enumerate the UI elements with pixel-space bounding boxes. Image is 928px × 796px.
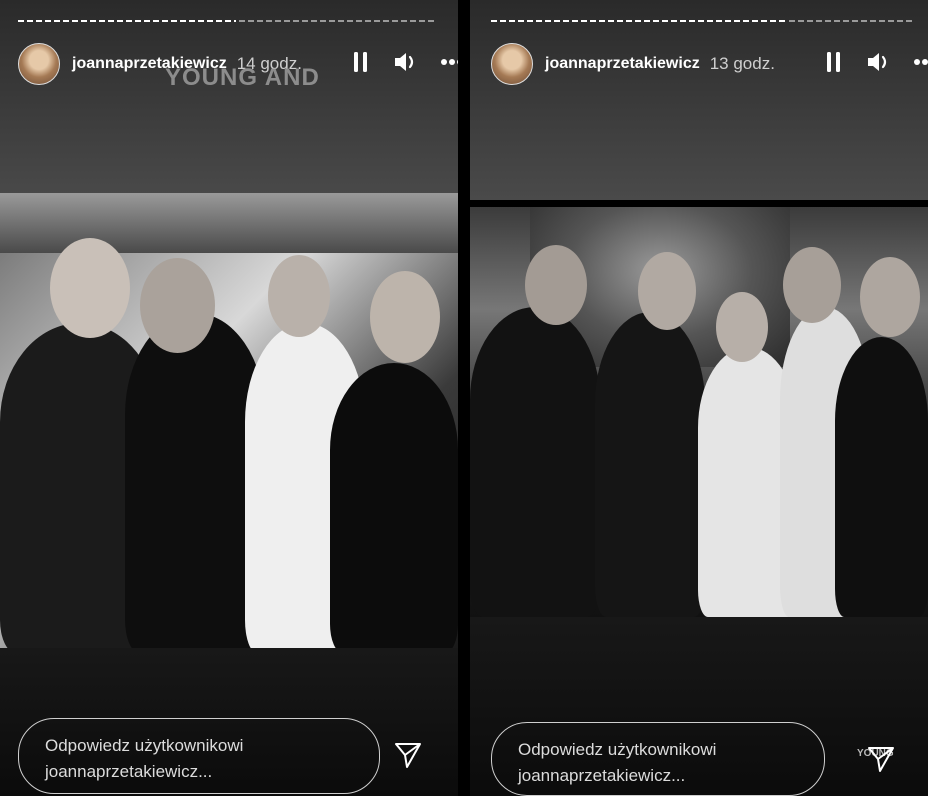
reply-placeholder-line2: joannaprzetakiewicz... <box>45 762 213 781</box>
reply-placeholder-line2: joannaprzetakiewicz... <box>518 766 686 785</box>
more-icon[interactable] <box>913 58 928 66</box>
person-silhouette <box>470 307 600 617</box>
person-silhouette <box>835 337 928 617</box>
timestamp: 13 godz. <box>709 54 775 73</box>
person-head <box>268 255 330 337</box>
person-head <box>860 257 920 337</box>
person-head <box>50 238 130 338</box>
reply-placeholder-line1: Odpowiedz użytkownikowi <box>518 740 717 759</box>
person-head <box>638 252 696 330</box>
progress-segment-viewed <box>491 20 786 22</box>
progress-segment-pending <box>789 20 913 22</box>
person-silhouette <box>330 363 458 648</box>
progress-segment-viewed <box>18 20 236 22</box>
more-icon[interactable] <box>440 58 458 66</box>
reply-input[interactable]: Odpowiedz użytkownikowi joannaprzetakiew… <box>491 722 825 796</box>
person-head <box>370 271 440 363</box>
story-top-background <box>0 0 458 200</box>
story-header: joannaprzetakiewicz 13 godz. <box>491 42 928 86</box>
person-silhouette <box>595 312 705 617</box>
progress-segment-pending <box>239 20 435 22</box>
story-progress-bar <box>18 20 435 22</box>
overlay-text: YOUNG AND <box>165 64 320 91</box>
send-icon[interactable] <box>393 740 423 770</box>
story-photo <box>0 193 458 648</box>
reply-placeholder-line1: Odpowiedz użytkownikowi <box>45 736 244 755</box>
story-progress-bar <box>491 20 913 22</box>
story-panel-1[interactable]: joannaprzetakiewicz 14 godz. YOUNG AND O… <box>0 0 458 796</box>
pause-icon[interactable] <box>825 50 843 74</box>
pause-icon[interactable] <box>352 50 370 74</box>
person-head <box>140 258 215 353</box>
reply-input[interactable]: Odpowiedz użytkownikowi joannaprzetakiew… <box>18 718 380 794</box>
send-icon[interactable] <box>866 744 896 774</box>
avatar[interactable] <box>18 43 60 85</box>
username[interactable]: joannaprzetakiewicz <box>545 55 700 73</box>
volume-icon[interactable] <box>866 50 892 74</box>
person-head <box>716 292 768 362</box>
person-head <box>525 245 587 325</box>
volume-icon[interactable] <box>393 50 419 74</box>
story-top-background <box>470 0 928 200</box>
person-silhouette <box>125 313 265 648</box>
panel-divider <box>458 0 470 796</box>
avatar[interactable] <box>491 43 533 85</box>
person-head <box>783 247 841 323</box>
story-panel-2[interactable]: joannaprzetakiewicz 13 godz. Odpowiedz u… <box>470 0 928 796</box>
story-photo <box>470 207 928 617</box>
